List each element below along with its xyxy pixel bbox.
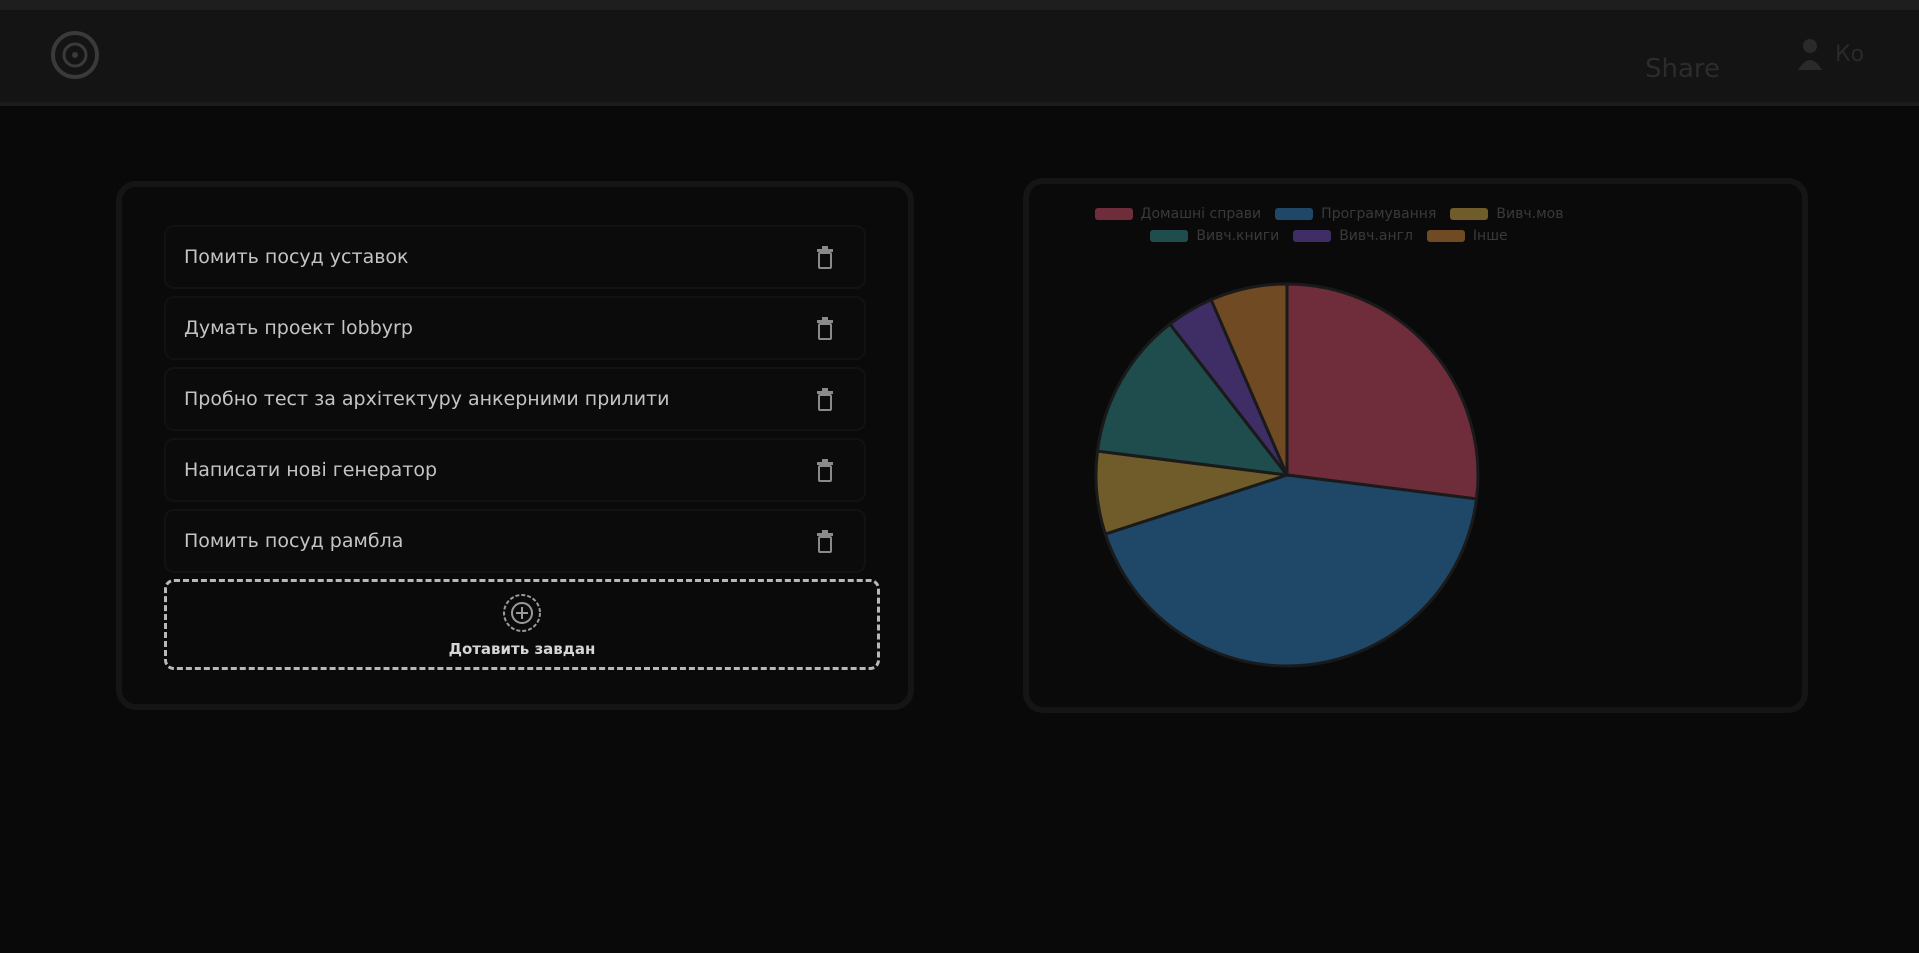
trash-icon[interactable]: [814, 386, 836, 412]
user-name: Ко: [1835, 41, 1865, 67]
task-list-card: Помить посуд уставок Думать проект lobbyr…: [116, 181, 914, 710]
trash-icon[interactable]: [814, 528, 836, 554]
task-text: Помить посуд уставок: [184, 246, 409, 268]
task-text: Пробно тест за архітектуру анкерними при…: [184, 388, 670, 410]
user-icon: [1795, 36, 1825, 72]
top-bar-strip: [0, 0, 1919, 10]
chart-card: Домашні справи Програмування Вивч.мов Вивч.…: [1023, 178, 1808, 713]
app-header: Share Ко: [0, 10, 1919, 106]
user-menu[interactable]: Ко: [1795, 36, 1864, 72]
task-list: Помить посуд уставок Думать проект lobbyr…: [166, 227, 864, 582]
task-item[interactable]: Помить посуд рамбла: [166, 511, 864, 571]
task-text: Думать проект lobbyrр: [184, 317, 413, 339]
task-item[interactable]: Думать проект lobbyrр: [166, 298, 864, 358]
pie-chart: [1094, 282, 1480, 668]
trash-icon[interactable]: [814, 457, 836, 483]
trash-icon[interactable]: [814, 244, 836, 270]
task-text: Помить посуд рамбла: [184, 530, 404, 552]
add-task-label: Дотавить завдан: [448, 639, 596, 658]
task-item[interactable]: Пробно тест за архітектуру анкерними при…: [166, 369, 864, 429]
task-item[interactable]: Помить посуд уставок: [166, 227, 864, 287]
share-link[interactable]: Share: [1645, 54, 1720, 84]
plus-circle-icon: [501, 592, 543, 634]
add-task-button[interactable]: Дотавить завдан: [164, 579, 880, 670]
trash-icon[interactable]: [814, 315, 836, 341]
task-text: Написати нові генератор: [184, 459, 438, 481]
task-item[interactable]: Написати нові генератор: [166, 440, 864, 500]
pie-slice[interactable]: [1285, 282, 1480, 501]
logo-circle-icon[interactable]: [48, 28, 102, 82]
